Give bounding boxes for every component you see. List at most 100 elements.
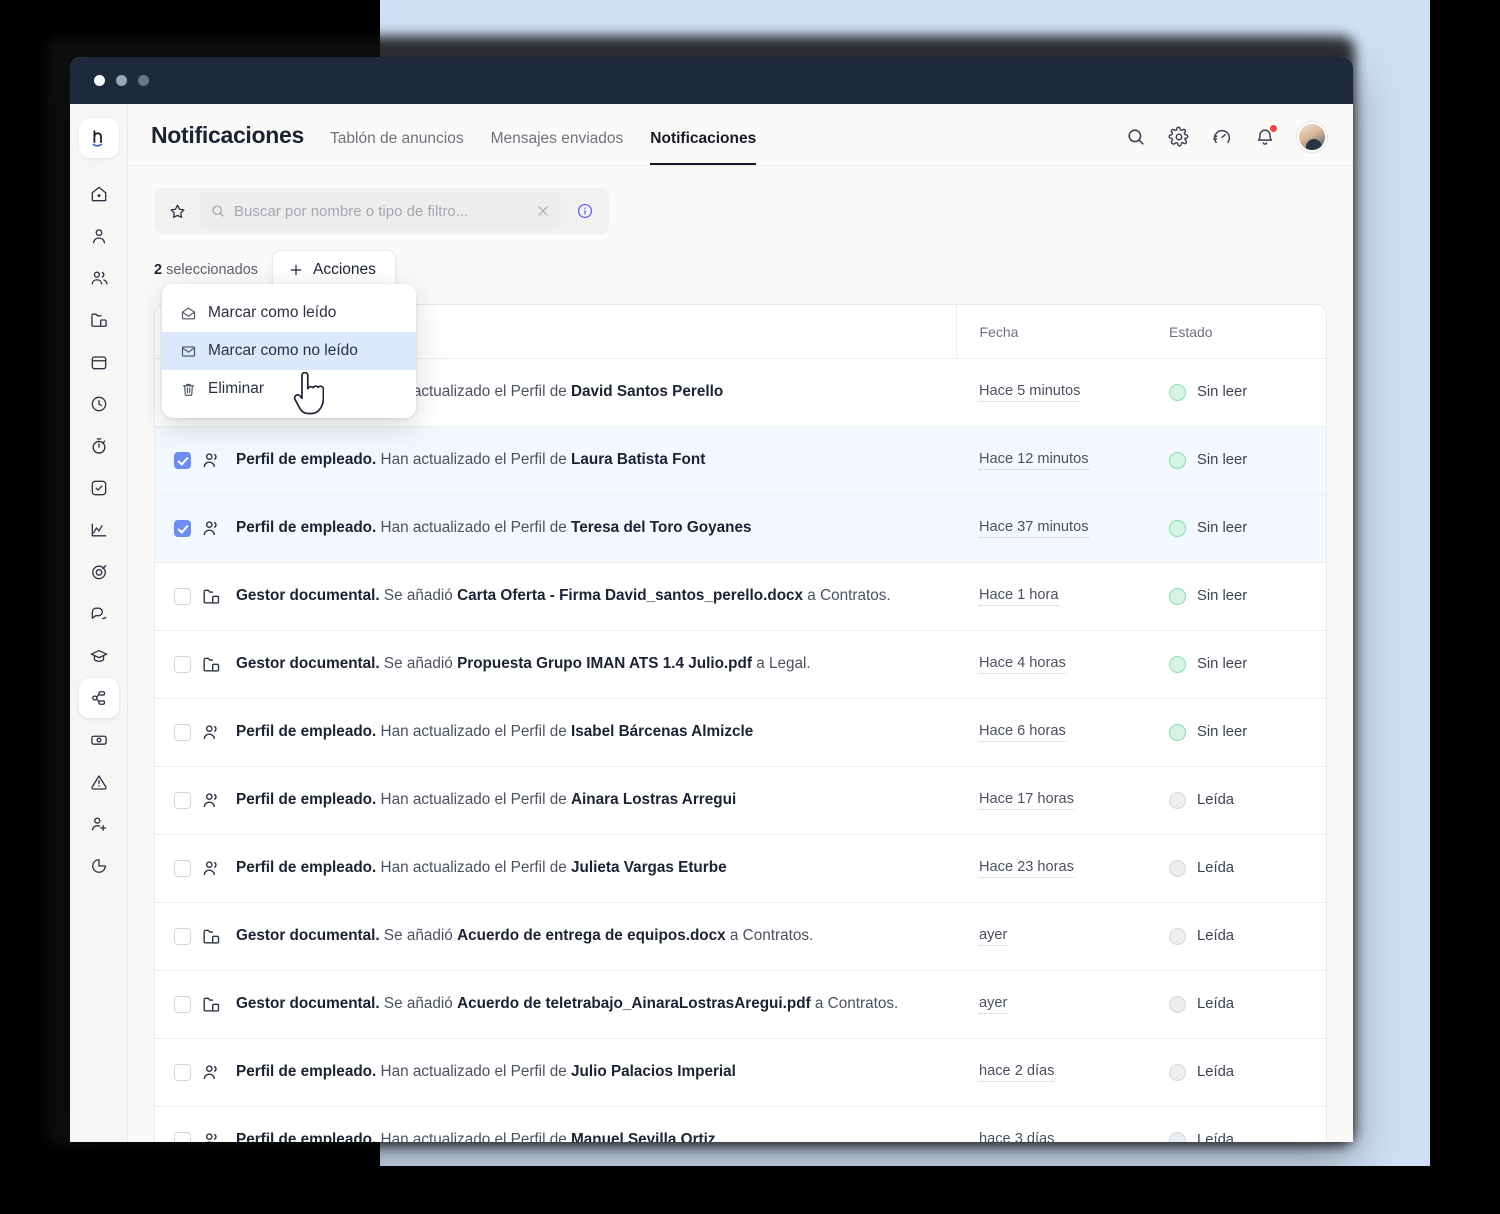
sidebar-item-reports[interactable]	[79, 846, 119, 886]
fecha-cell: ayer	[956, 902, 1151, 970]
estado-cell: Sin leer	[1151, 494, 1326, 562]
notification-middle: Se añadió	[380, 927, 457, 944]
star-icon[interactable]	[154, 188, 200, 234]
folder-doc-icon	[201, 654, 222, 675]
sidebar-item-person[interactable]	[79, 216, 119, 256]
window-close-dot[interactable]	[94, 75, 105, 86]
status-badge	[1169, 1132, 1186, 1142]
window-maximize-dot[interactable]	[138, 75, 149, 86]
notification-cell: Perfil de empleado. Han actualizado el P…	[201, 426, 956, 494]
info-icon[interactable]	[561, 188, 609, 234]
people-icon	[201, 518, 222, 539]
menu-item-label: Eliminar	[208, 380, 264, 398]
row-select-cell	[155, 494, 201, 562]
table-row[interactable]: Gestor documental. Se añadió Carta Ofert…	[155, 562, 1326, 630]
notification-subject: Isabel Bárcenas Almizcle	[571, 723, 753, 740]
table-row[interactable]: Gestor documental. Se añadió Acuerdo de …	[155, 970, 1326, 1038]
search-input[interactable]	[234, 203, 527, 220]
row-checkbox[interactable]	[174, 656, 191, 673]
row-checkbox[interactable]	[174, 588, 191, 605]
notification-middle: Han actualizado el Perfil de	[376, 1063, 571, 1080]
estado-cell: Leída	[1151, 902, 1326, 970]
table-row[interactable]: Perfil de empleado. Han actualizado el P…	[155, 426, 1326, 494]
sidebar-item-calendar[interactable]	[79, 342, 119, 382]
table-row[interactable]: Gestor documental. Se añadió Propuesta G…	[155, 630, 1326, 698]
row-checkbox[interactable]	[174, 928, 191, 945]
notification-source: Perfil de empleado.	[236, 451, 376, 468]
sidebar-item-analytics[interactable]	[79, 510, 119, 550]
app-logo[interactable]	[79, 118, 119, 158]
folder-doc-icon	[201, 586, 222, 607]
sidebar-item-tasks[interactable]	[79, 468, 119, 508]
row-checkbox[interactable]	[174, 1132, 191, 1142]
table-row[interactable]: Perfil de empleado. Han actualizado el P…	[155, 834, 1326, 902]
search-icon[interactable]	[1125, 126, 1147, 148]
sidebar-item-clock[interactable]	[79, 384, 119, 424]
fecha-cell: Hace 23 horas	[956, 834, 1151, 902]
notification-cell: Perfil de empleado. Han actualizado el P…	[201, 1038, 956, 1106]
status-badge	[1169, 860, 1186, 877]
sidebar-item-incidents[interactable]	[79, 762, 119, 802]
notification-subject: Carta Oferta - Firma David_santos_perell…	[457, 587, 803, 604]
speedometer-icon[interactable]	[1211, 126, 1233, 148]
sidebar-item-goals[interactable]	[79, 552, 119, 592]
menu-item-eliminar[interactable]: Eliminar	[162, 370, 416, 408]
status-label: Sin leer	[1197, 588, 1247, 604]
estado-cell: Sin leer	[1151, 698, 1326, 766]
table-row[interactable]: Perfil de empleado. Han actualizado el P…	[155, 698, 1326, 766]
table-row[interactable]: Perfil de empleado. Han actualizado el P…	[155, 1038, 1326, 1106]
row-checkbox[interactable]	[174, 792, 191, 809]
row-checkbox[interactable]	[174, 860, 191, 877]
table-row[interactable]: Gestor documental. Se añadió Acuerdo de …	[155, 902, 1326, 970]
sidebar-item-stopwatch[interactable]	[79, 426, 119, 466]
sidebar-item-training[interactable]	[79, 636, 119, 676]
search-field[interactable]	[200, 192, 561, 230]
status-label: Leída	[1197, 928, 1234, 944]
tab-mensajes-enviados[interactable]: Mensajes enviados	[491, 130, 624, 165]
notification-text: Perfil de empleado. Han actualizado el P…	[236, 858, 727, 879]
sidebar-item-folder[interactable]	[79, 300, 119, 340]
close-icon[interactable]	[535, 203, 551, 219]
bell-icon[interactable]	[1254, 126, 1276, 148]
sidebar-item-people[interactable]	[79, 258, 119, 298]
avatar[interactable]	[1297, 122, 1327, 152]
row-checkbox[interactable]	[174, 1064, 191, 1081]
notification-cell: Gestor documental. Se añadió Acuerdo de …	[201, 970, 956, 1038]
fecha-cell: ayer	[956, 970, 1151, 1038]
menu-item-marcar-como-no-leido[interactable]: Marcar como no leído	[162, 332, 416, 370]
tab-tablon-de-anuncios[interactable]: Tablón de anuncios	[330, 130, 464, 165]
row-checkbox[interactable]	[174, 724, 191, 741]
sidebar-item-workflow[interactable]	[79, 678, 119, 718]
sidebar-item-chat[interactable]	[79, 594, 119, 634]
row-checkbox[interactable]	[174, 452, 191, 469]
page-content: 2 seleccionados Acciones Marcar como leí…	[128, 166, 1353, 1142]
people-icon	[201, 722, 222, 743]
actions-dropdown-menu: Marcar como leído Marcar como no leído E…	[162, 284, 416, 418]
search-row	[154, 166, 1327, 234]
tab-notificaciones[interactable]: Notificaciones	[650, 130, 756, 165]
selection-row: 2 seleccionados Acciones Marcar como leí…	[154, 250, 1327, 290]
table-row[interactable]: Perfil de empleado. Han actualizado el P…	[155, 1106, 1326, 1142]
status-label: Leída	[1197, 1064, 1234, 1080]
window-minimize-dot[interactable]	[116, 75, 127, 86]
status-badge	[1169, 384, 1186, 401]
table-row[interactable]: Perfil de empleado. Han actualizado el P…	[155, 766, 1326, 834]
row-checkbox[interactable]	[174, 520, 191, 537]
notification-subject: Julio Palacios Imperial	[571, 1063, 736, 1080]
status-badge	[1169, 996, 1186, 1013]
notification-cell: Gestor documental. Se añadió Carta Ofert…	[201, 562, 956, 630]
menu-item-marcar-como-leido[interactable]: Marcar como leído	[162, 294, 416, 332]
notification-cell: Perfil de empleado. Han actualizado el P…	[201, 766, 956, 834]
sidebar-item-recruitment[interactable]	[79, 804, 119, 844]
left-sidebar	[70, 104, 128, 1142]
column-header-fecha: Fecha	[956, 305, 1151, 358]
notification-middle: Han actualizado el Perfil de	[376, 859, 571, 876]
gear-icon[interactable]	[1168, 126, 1190, 148]
sidebar-item-payroll[interactable]	[79, 720, 119, 760]
table-row[interactable]: Perfil de empleado. Han actualizado el P…	[155, 494, 1326, 562]
fecha-value: Hace 37 minutos	[979, 519, 1089, 538]
row-checkbox[interactable]	[174, 996, 191, 1013]
sidebar-item-home[interactable]	[79, 174, 119, 214]
trash-icon	[180, 381, 197, 398]
status-label: Sin leer	[1197, 520, 1247, 536]
